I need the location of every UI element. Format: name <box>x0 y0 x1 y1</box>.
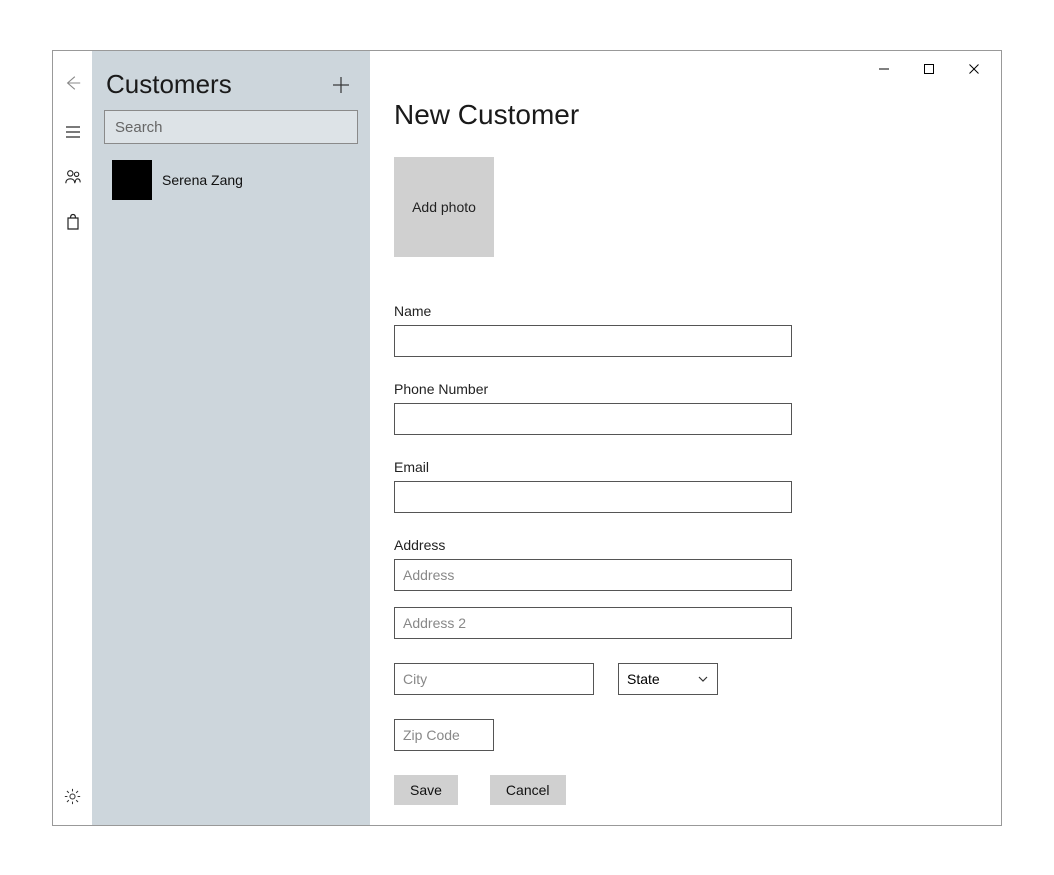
add-photo-button[interactable]: Add photo <box>394 157 494 257</box>
main-content: New Customer Add photo Name Phone Number… <box>370 51 1001 825</box>
maximize-button[interactable] <box>906 54 951 84</box>
address2-input[interactable] <box>394 607 792 639</box>
settings-nav[interactable] <box>53 774 92 819</box>
maximize-icon <box>923 63 935 75</box>
hamburger-icon <box>65 124 81 140</box>
save-button[interactable]: Save <box>394 775 458 805</box>
sidebar-title: Customers <box>106 69 232 100</box>
sidebar: Customers Serena Zang <box>92 51 370 825</box>
zip-input[interactable] <box>394 719 494 751</box>
orders-nav[interactable] <box>53 199 92 244</box>
name-label: Name <box>394 303 977 319</box>
email-group: Email <box>394 459 977 513</box>
name-group: Name <box>394 303 977 357</box>
email-input[interactable] <box>394 481 792 513</box>
close-icon <box>968 63 980 75</box>
chevron-down-icon <box>697 673 709 685</box>
address-label: Address <box>394 537 977 553</box>
sidebar-header: Customers <box>92 51 370 110</box>
back-button[interactable] <box>53 63 92 103</box>
cancel-button[interactable]: Cancel <box>490 775 566 805</box>
bag-icon <box>65 213 81 231</box>
phone-input[interactable] <box>394 403 792 435</box>
customers-nav[interactable] <box>53 154 92 199</box>
nav-rail <box>53 51 92 825</box>
add-customer-button[interactable] <box>326 70 356 100</box>
address2-group <box>394 607 977 639</box>
phone-label: Phone Number <box>394 381 977 397</box>
customer-list-item[interactable]: Serena Zang <box>92 154 370 206</box>
form-actions: Save Cancel <box>394 775 977 805</box>
add-photo-label: Add photo <box>412 199 476 215</box>
minimize-icon <box>878 63 890 75</box>
state-select-label: State <box>627 671 660 687</box>
minimize-button[interactable] <box>861 54 906 84</box>
people-icon <box>64 168 82 186</box>
address-group: Address <box>394 537 977 591</box>
window-controls <box>861 54 996 84</box>
customer-name-label: Serena Zang <box>162 172 243 188</box>
phone-group: Phone Number <box>394 381 977 435</box>
close-button[interactable] <box>951 54 996 84</box>
plus-icon <box>332 76 350 94</box>
back-arrow-icon <box>64 74 82 92</box>
name-input[interactable] <box>394 325 792 357</box>
page-title: New Customer <box>394 99 977 131</box>
app-window: Customers Serena Zang New Customer Add p… <box>52 50 1002 826</box>
email-label: Email <box>394 459 977 475</box>
search-input[interactable] <box>104 110 358 144</box>
gear-icon <box>64 788 81 805</box>
address-input[interactable] <box>394 559 792 591</box>
avatar <box>112 160 152 200</box>
zip-group <box>394 719 977 751</box>
city-state-row: State <box>394 663 977 695</box>
menu-button[interactable] <box>53 109 92 154</box>
city-input[interactable] <box>394 663 594 695</box>
state-select[interactable]: State <box>618 663 718 695</box>
